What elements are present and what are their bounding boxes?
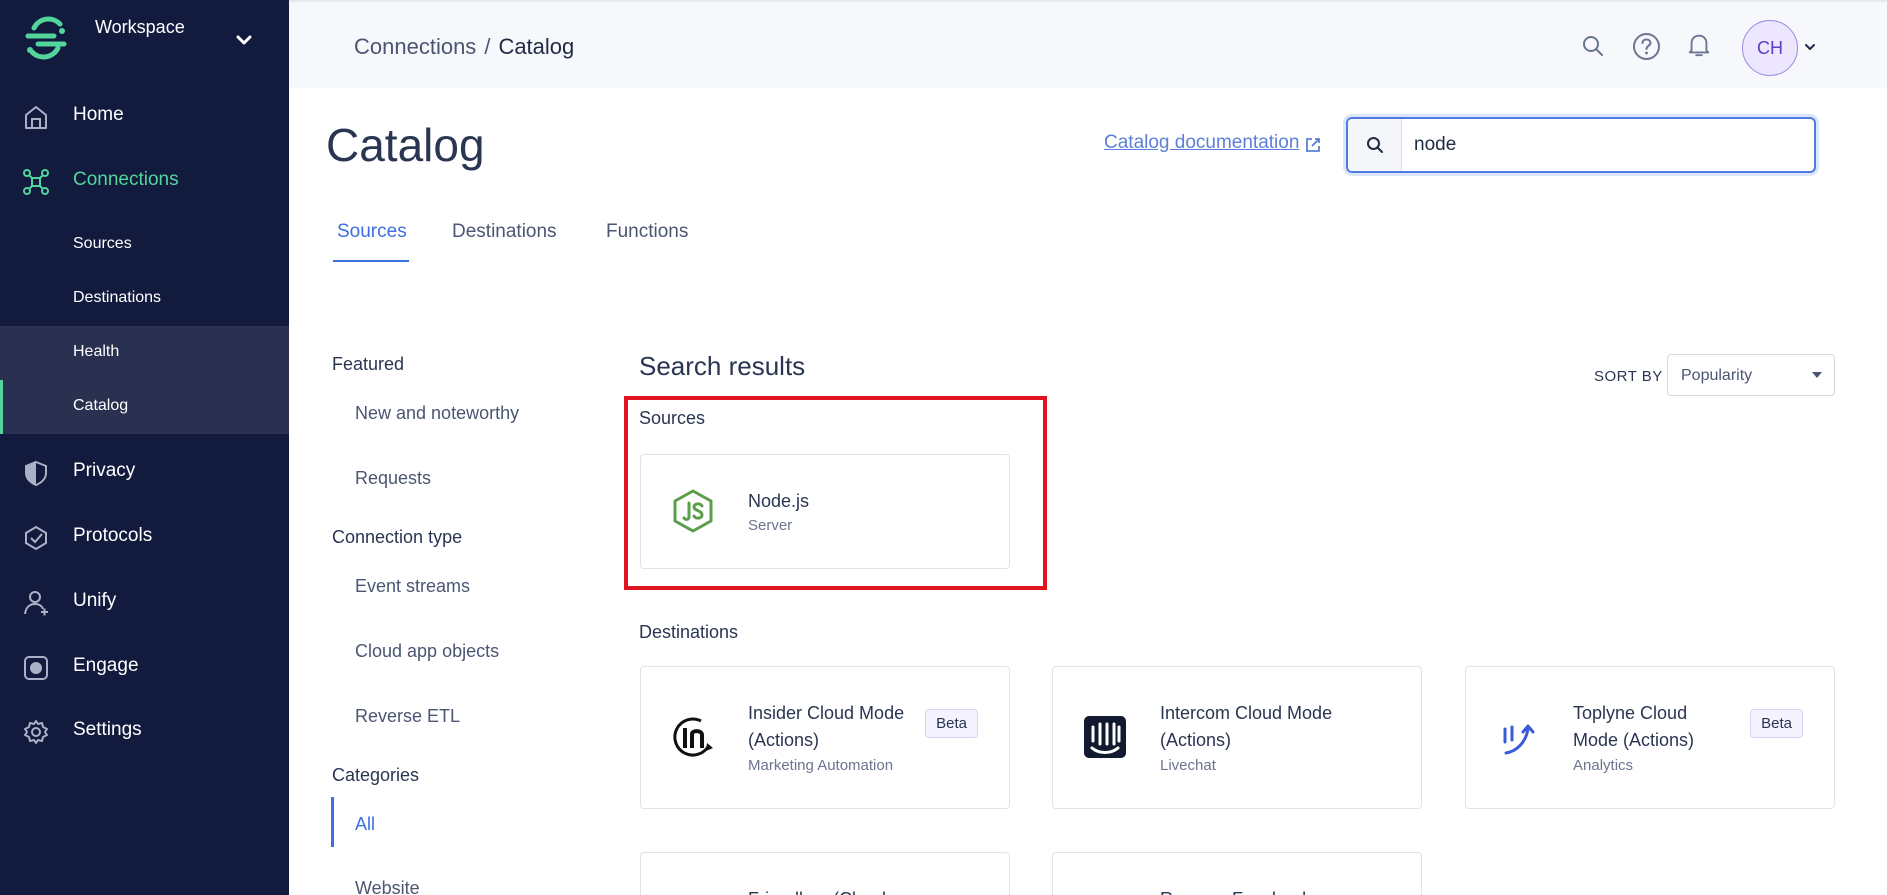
results-destinations-label: Destinations — [639, 622, 739, 642]
sort-by-label: SORT BY — [1594, 368, 1663, 385]
help-icon[interactable] — [1632, 32, 1661, 61]
tab-sources[interactable]: Sources — [337, 221, 407, 243]
beta-badge: Beta — [925, 709, 978, 738]
card-name: Intercom Cloud Mode (Actions) — [1160, 703, 1333, 750]
home-icon — [25, 106, 47, 129]
nav-sub-destinations-label: Destinations — [73, 289, 162, 306]
card-name: Node.js — [748, 491, 810, 511]
nav-home-label: Home — [73, 104, 124, 125]
beta-badge: Beta — [1750, 709, 1803, 738]
nav-settings-label: Settings — [73, 719, 142, 740]
nav-privacy-label: Privacy — [73, 460, 136, 481]
avatar[interactable]: CH — [1742, 20, 1798, 76]
tab-active-indicator — [333, 260, 409, 262]
nav-sub-sources-label: Sources — [73, 235, 132, 252]
avatar-initials: CH — [1757, 37, 1783, 58]
nav-sub-catalog-label: Catalog — [73, 397, 129, 414]
nav-unify-label: Unify — [73, 590, 117, 611]
bell-icon[interactable] — [1686, 32, 1712, 58]
result-card-facebook[interactable]: Reverse Facebook — [1052, 852, 1422, 895]
workspace-name: Workspace — [95, 17, 185, 37]
nav-connections-label: Connections — [73, 169, 179, 190]
breadcrumb-separator: / — [484, 34, 491, 59]
card-category: Livechat — [1160, 757, 1216, 774]
filter-selected-indicator — [331, 797, 334, 847]
protocols-icon — [25, 525, 47, 551]
toplyne-icon — [1503, 724, 1535, 755]
card-name: Insider Cloud Mode (Actions) — [748, 703, 905, 750]
search-icon[interactable] — [1580, 33, 1606, 59]
nav-sub-health-label: Health — [73, 343, 120, 360]
search-results-title: Search results — [639, 351, 806, 381]
filter-heading-connection-type: Connection type — [332, 527, 463, 547]
result-card-friendbuy[interactable]: Friendbuy (Cloud — [640, 852, 1010, 895]
card-name: Toplyne Cloud Mode (Actions) — [1573, 703, 1695, 750]
result-card-insider[interactable]: Insider Cloud Mode (Actions) Marketing A… — [640, 666, 1010, 809]
filter-cloud-app-objects[interactable]: Cloud app objects — [355, 641, 499, 662]
nav-engage[interactable]: Engage — [0, 640, 289, 692]
shield-icon — [25, 460, 47, 487]
nav-sub-sources[interactable]: Sources — [0, 218, 289, 272]
page-title: Catalog — [326, 119, 485, 171]
unify-icon — [24, 591, 48, 616]
top-bar: Connections / Catalog CH — [289, 0, 1887, 88]
nav-engage-label: Engage — [73, 655, 139, 676]
catalog-documentation-link[interactable]: Catalog documentation — [1104, 132, 1299, 154]
tab-destinations[interactable]: Destinations — [452, 221, 557, 243]
filter-heading-featured: Featured — [332, 354, 405, 374]
card-category: Marketing Automation — [748, 757, 894, 774]
sidebar: Workspace Home Connections Sources Desti… — [0, 0, 289, 895]
tab-functions[interactable]: Functions — [606, 221, 688, 243]
nav-unify[interactable]: Unify — [0, 575, 289, 627]
segment-logo-icon — [25, 16, 67, 60]
catalog-search-input[interactable] — [1414, 131, 1804, 159]
breadcrumb-connections[interactable]: Connections — [354, 34, 476, 59]
caret-down-icon — [1812, 372, 1822, 378]
card-category: Server — [748, 517, 793, 534]
card-name: Reverse Facebook — [1160, 886, 1390, 895]
nav-home[interactable]: Home — [0, 89, 289, 141]
catalog-search — [1346, 117, 1816, 173]
card-name: Friendbuy (Cloud — [748, 886, 923, 895]
intercom-icon — [1084, 716, 1126, 758]
nav-privacy[interactable]: Privacy — [0, 445, 289, 497]
nav-protocols[interactable]: Protocols — [0, 510, 289, 562]
nav-sub-health[interactable]: Health — [0, 326, 289, 380]
chevron-down-icon[interactable] — [234, 30, 254, 50]
filter-reverse-etl[interactable]: Reverse ETL — [355, 706, 460, 727]
chevron-down-icon[interactable] — [1803, 40, 1817, 54]
filter-new-noteworthy[interactable]: New and noteworthy — [355, 403, 519, 424]
card-category: Analytics — [1573, 757, 1634, 774]
external-link-icon[interactable] — [1304, 136, 1322, 154]
nav-sub-destinations[interactable]: Destinations — [0, 272, 289, 326]
sort-select-value: Popularity — [1681, 367, 1753, 384]
result-card-toplyne[interactable]: Toplyne Cloud Mode (Actions) Analytics B… — [1465, 666, 1835, 809]
filter-category-website[interactable]: Website — [355, 878, 420, 895]
nav-protocols-label: Protocols — [73, 525, 153, 546]
search-icon — [1367, 137, 1383, 153]
nav-connections[interactable]: Connections — [0, 154, 289, 206]
nav-settings[interactable]: Settings — [0, 704, 289, 756]
result-card-intercom[interactable]: Intercom Cloud Mode (Actions) Livechat — [1052, 666, 1422, 809]
filter-heading-categories: Categories — [332, 765, 420, 785]
breadcrumb-catalog: Catalog — [498, 34, 575, 59]
nav-sub-catalog[interactable]: Catalog — [0, 380, 289, 434]
filter-requests[interactable]: Requests — [355, 468, 431, 489]
engage-icon — [24, 656, 48, 680]
insider-icon — [673, 717, 713, 757]
search-addon — [1348, 119, 1402, 171]
gear-icon — [24, 720, 48, 744]
results-sources-label: Sources — [639, 408, 706, 428]
sort-select[interactable]: Popularity — [1667, 354, 1835, 396]
result-card-nodejs[interactable]: Node.js Server — [640, 454, 1010, 569]
workspace-switcher[interactable]: Workspace — [0, 0, 289, 88]
filter-event-streams[interactable]: Event streams — [355, 576, 470, 597]
connections-icon — [23, 169, 49, 195]
filter-category-all[interactable]: All — [355, 814, 375, 835]
breadcrumb: Connections / Catalog — [354, 34, 574, 60]
nodejs-icon — [673, 489, 713, 533]
